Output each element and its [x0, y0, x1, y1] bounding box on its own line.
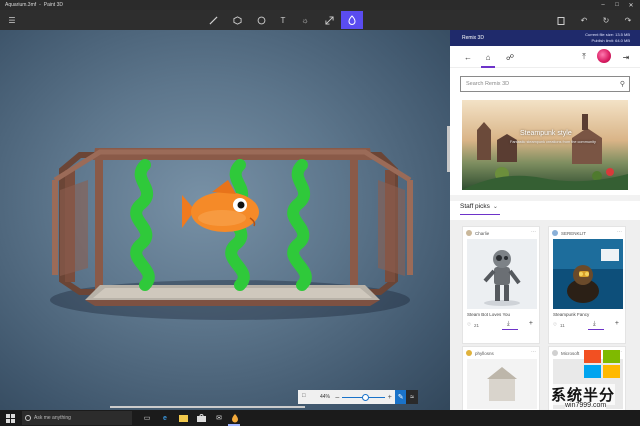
- stickers-icon[interactable]: [253, 12, 269, 28]
- panel-title: Remix 3D: [462, 35, 484, 41]
- panel-header: Remix 3D Current file size: 13.5 MB Publ…: [450, 30, 640, 46]
- undo-icon[interactable]: ↶: [576, 12, 592, 28]
- windows-start-icon[interactable]: [5, 413, 15, 423]
- search-icon[interactable]: ⚲: [620, 80, 625, 88]
- card-thumbnail: [467, 239, 537, 309]
- fit-view-icon[interactable]: □: [302, 393, 306, 399]
- zoom-in-icon[interactable]: +: [388, 394, 392, 401]
- download-icon[interactable]: ⤓: [588, 321, 603, 330]
- store-icon[interactable]: [196, 413, 206, 423]
- file-name: Aquarium.3mf: [5, 2, 37, 8]
- file-explorer-icon[interactable]: [178, 413, 188, 423]
- zoom-slider-thumb[interactable]: [362, 393, 370, 401]
- exit-panel-icon[interactable]: ⇥: [618, 49, 634, 65]
- history-icon[interactable]: ↻: [598, 12, 614, 28]
- card-title: Steampunk Fancy: [553, 312, 590, 317]
- heart-icon[interactable]: ♡: [553, 322, 557, 328]
- card-author: Microsoft: [561, 350, 580, 356]
- card-author: phyllosns: [475, 350, 494, 356]
- more-icon[interactable]: ⋯: [531, 349, 536, 355]
- author-avatar: [466, 350, 472, 356]
- banner-subtitle: Fantastic steampunk creations from the c…: [510, 140, 596, 144]
- taskbar: Ask me anything ▭ e ✉: [0, 410, 640, 426]
- close-icon[interactable]: ✕: [624, 2, 638, 9]
- storage-info: Current file size: 13.5 MB Publish limit…: [585, 32, 630, 43]
- wifi-icon[interactable]: ≈: [406, 390, 418, 404]
- cortana-search[interactable]: Ask me anything: [22, 411, 132, 425]
- watermark-url: win7999.com: [565, 402, 607, 409]
- back-arrow-icon[interactable]: ←: [460, 49, 476, 65]
- paint3d-icon[interactable]: [230, 413, 240, 423]
- minimize-icon[interactable]: –: [596, 2, 610, 8]
- model-card[interactable]: Charlie ⋯ Steam Bot Loves You ♡ 21 ⤓ +: [462, 226, 540, 344]
- text-icon[interactable]: T: [275, 12, 291, 28]
- brush-icon[interactable]: [205, 12, 221, 28]
- canvas-icon[interactable]: [321, 12, 337, 28]
- staff-picks-dropdown[interactable]: Staff picks ⌄: [460, 203, 498, 210]
- download-icon[interactable]: ⤓: [502, 321, 517, 330]
- edge-icon[interactable]: e: [160, 413, 170, 423]
- panel-nav: ← ⌂ ☍ ⤒ ⇥: [450, 46, 640, 68]
- 3d-canvas[interactable]: [0, 30, 450, 410]
- like-count: 21: [474, 322, 480, 328]
- upload-icon[interactable]: ⤒: [576, 49, 592, 65]
- community-icon[interactable]: ☍: [502, 49, 518, 65]
- author-avatar: [552, 350, 558, 356]
- home-icon[interactable]: ⌂: [480, 49, 496, 68]
- staff-picks-label: Staff picks: [460, 203, 490, 210]
- like-count: 11: [560, 322, 565, 328]
- main-toolbar: ☰ T ☼ ↶ ↻ ↷: [0, 10, 640, 30]
- cortana-icon: [25, 415, 31, 421]
- author-avatar: [552, 230, 558, 236]
- card-title: Steam Bot Loves You: [467, 312, 511, 317]
- heart-icon[interactable]: ♡: [467, 322, 471, 328]
- maximize-icon[interactable]: □: [610, 2, 624, 8]
- current-file-size: Current file size: 13.5 MB: [585, 32, 630, 37]
- title-bar: Aquarium.3mf - Paint 3D – □ ✕: [0, 0, 640, 10]
- more-icon[interactable]: ⋯: [617, 229, 622, 235]
- cortana-placeholder: Ask me anything: [34, 415, 71, 421]
- redo-icon[interactable]: ↷: [620, 12, 636, 28]
- canvas-horizontal-scrollbar[interactable]: [110, 406, 305, 408]
- staff-picks-underline: [460, 214, 500, 215]
- featured-banner[interactable]: Steampunk style Fantastic steampunk crea…: [462, 100, 628, 190]
- banner-image: [462, 100, 628, 190]
- chevron-down-icon: ⌄: [492, 204, 498, 210]
- more-icon[interactable]: ⋯: [531, 229, 536, 235]
- task-view-icon[interactable]: ▭: [142, 413, 152, 423]
- add-icon[interactable]: +: [615, 320, 619, 327]
- aquarium-model[interactable]: [0, 30, 450, 410]
- card-thumbnail: [553, 239, 623, 309]
- card-author: SERENKLIT: [561, 230, 587, 236]
- add-icon[interactable]: +: [529, 320, 533, 327]
- mail-icon[interactable]: ✉: [214, 413, 224, 423]
- 3d-shapes-icon[interactable]: [229, 12, 245, 28]
- pen-mode-icon[interactable]: ✎: [394, 390, 407, 404]
- fish-model: [182, 180, 259, 232]
- publish-limit: Publish limit: 64.0 MB: [591, 37, 630, 43]
- model-card[interactable]: SERENKLIT ⋯ Steampunk Fancy ♡ 11 ⤓ +: [548, 226, 626, 344]
- zoom-bar: □ 44% – + ✎ ≈: [298, 390, 418, 404]
- effects-icon[interactable]: ☼: [297, 12, 313, 28]
- zoom-slider[interactable]: [342, 393, 385, 401]
- zoom-level: 44%: [320, 394, 331, 400]
- avatar[interactable]: [597, 49, 611, 63]
- app-name: Paint 3D: [43, 2, 63, 8]
- paste-icon[interactable]: [553, 12, 569, 28]
- zoom-out-icon[interactable]: –: [335, 394, 339, 401]
- remix3d-icon[interactable]: [341, 11, 363, 29]
- hamburger-icon[interactable]: ☰: [4, 12, 20, 28]
- author-avatar: [466, 230, 472, 236]
- card-thumbnail: [467, 359, 537, 409]
- search-input[interactable]: Search Remix 3D ⚲: [460, 76, 630, 92]
- banner-title: Steampunk style: [520, 130, 572, 137]
- divider: [450, 195, 640, 201]
- window-controls: – □ ✕: [596, 0, 638, 10]
- windows-logo-watermark: [584, 350, 622, 380]
- model-card[interactable]: phyllosns ⋯: [462, 346, 540, 410]
- card-author: Charlie: [475, 230, 490, 236]
